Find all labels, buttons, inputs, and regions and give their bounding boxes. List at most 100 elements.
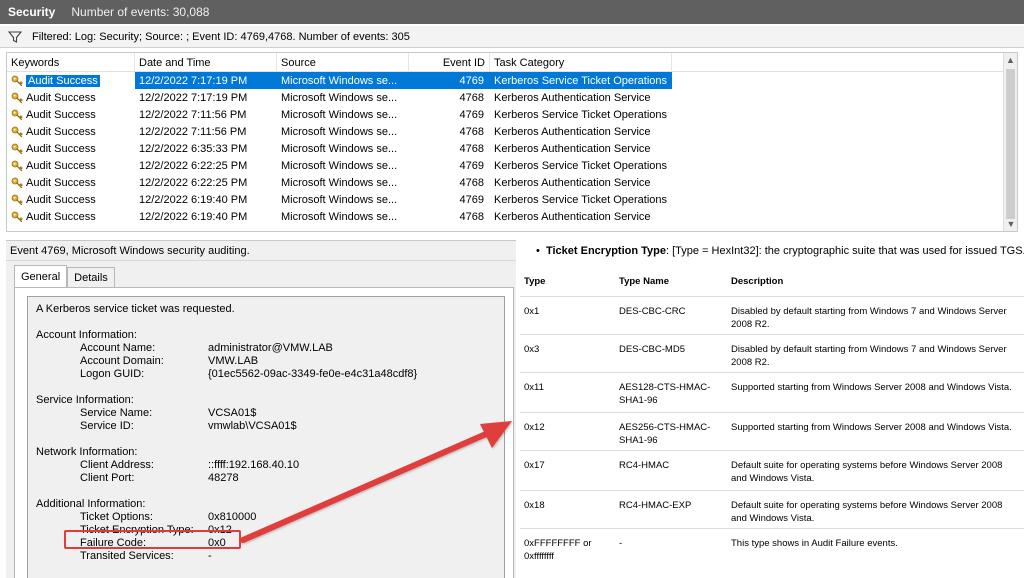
table-row[interactable]: Audit Success 12/2/2022 7:17:19 PM Microso…: [7, 89, 1017, 106]
table-row[interactable]: Audit Success 12/2/2022 7:11:56 PM Microso…: [7, 106, 1017, 123]
encryption-type-row: 0x17 RC4-HMAC Default suite for operating …: [520, 450, 1024, 490]
keyword-cell: Audit Success: [7, 157, 135, 174]
annotation-highlight-box: [64, 530, 241, 549]
header-type-name: Type Name: [619, 275, 669, 287]
type-cell: 0xFFFFFFFF or 0xffffffff: [524, 538, 592, 562]
encryption-type-row: 0x11 AES128-CTS-HMAC-SHA1-96 Supported sta…: [520, 372, 1024, 412]
keyword-text: Audit Success: [26, 108, 96, 121]
keyword-cell: Audit Success: [7, 191, 135, 208]
detail-tabs: General Details: [14, 265, 115, 287]
type-name-cell: DES-CBC-CRC: [619, 306, 686, 317]
service-name-label: Service Name:: [80, 407, 153, 419]
column-header-event-id[interactable]: Event ID: [409, 53, 490, 72]
table-row[interactable]: Audit Success 12/2/2022 7:17:19 PM Microso…: [7, 72, 1017, 89]
reference-term: Ticket Encryption Type: [545, 245, 666, 257]
column-header-keywords[interactable]: Keywords: [7, 53, 135, 72]
client-port-label: Client Port:: [80, 472, 135, 484]
event-id-cell: 4768: [459, 210, 484, 223]
keyword-text: Audit Success: [26, 125, 96, 138]
event-id-cell: 4769: [459, 193, 484, 206]
description-cell: Supported starting from Windows Server 2…: [731, 422, 1012, 433]
keyword-text: Audit Success: [26, 142, 96, 155]
table-row[interactable]: Audit Success 12/2/2022 6:35:33 PM Microso…: [7, 140, 1017, 157]
encryption-type-row: 0x3 DES-CBC-MD5 Disabled by default starti…: [520, 334, 1024, 372]
vertical-scrollbar[interactable]: ▲ ▼: [1003, 53, 1017, 231]
account-domain-value: VMW.LAB: [208, 355, 259, 367]
type-cell: 0x11: [524, 382, 544, 393]
key-icon: [11, 75, 23, 86]
service-id-label: Service ID:: [80, 420, 134, 432]
type-cell: 0x3: [524, 344, 540, 355]
window-titlebar: Security Number of events: 30,088: [0, 0, 1024, 24]
task-category-cell: Kerberos Authentication Service: [494, 125, 651, 138]
account-section-heading: Account Information:: [36, 329, 137, 341]
column-header-date-time[interactable]: Date and Time: [135, 53, 277, 72]
source-cell: Microsoft Windows se...: [281, 193, 398, 206]
scroll-up-icon[interactable]: ▲: [1004, 53, 1017, 67]
type-name-cell: RC4-HMAC: [619, 460, 670, 471]
transited-services-value: -: [208, 550, 212, 562]
source-cell: Microsoft Windows se...: [281, 142, 398, 155]
key-icon: [11, 109, 23, 120]
type-name-cell: AES256-CTS-HMAC-SHA1-96: [619, 422, 711, 446]
key-icon: [11, 211, 23, 222]
service-section-heading: Service Information:: [36, 394, 134, 406]
encryption-type-row: 0xFFFFFFFF or 0xffffffff - This type shows…: [520, 528, 1024, 570]
event-list[interactable]: Keywords Date and Time Source Event ID T…: [6, 52, 1018, 232]
logon-guid-label: Logon GUID:: [80, 368, 145, 380]
description-cell: Default suite for operating systems befo…: [731, 500, 1003, 524]
task-category-cell: Kerberos Service Ticket Operations: [494, 193, 668, 206]
type-cell: 0x18: [524, 500, 545, 511]
date-time-cell: 12/2/2022 7:17:19 PM: [135, 72, 277, 89]
filter-funnel-icon: [8, 30, 22, 43]
table-row[interactable]: Audit Success 12/2/2022 6:19:40 PM Microso…: [7, 191, 1017, 208]
tab-general[interactable]: General: [14, 265, 68, 287]
client-address-value: ::ffff:192.168.40.10: [208, 459, 300, 471]
keyword-cell: Audit Success: [7, 174, 135, 191]
column-header-source[interactable]: Source: [277, 53, 409, 72]
keyword-cell: Audit Success: [7, 140, 135, 157]
encryption-type-row: 0x1 DES-CBC-CRC Disabled by default starti…: [520, 296, 1024, 334]
source-cell: Microsoft Windows se...: [277, 72, 409, 89]
log-name: Security: [8, 5, 56, 19]
table-row[interactable]: Audit Success 12/2/2022 6:22:25 PM Microso…: [7, 174, 1017, 191]
type-name-cell: DES-CBC-MD5: [619, 344, 685, 355]
task-category-cell: Kerberos Authentication Service: [494, 210, 651, 223]
event-id-cell: 4768: [459, 91, 484, 104]
additional-section-heading: Additional Information:: [36, 498, 146, 510]
source-cell: Microsoft Windows se...: [281, 91, 398, 104]
date-time-cell: 12/2/2022 6:35:33 PM: [139, 142, 248, 155]
task-category-cell: Kerberos Authentication Service: [494, 176, 651, 189]
table-row[interactable]: Audit Success 12/2/2022 7:11:56 PM Microso…: [7, 123, 1017, 140]
source-cell: Microsoft Windows se...: [281, 210, 398, 223]
tab-details[interactable]: Details: [67, 267, 115, 287]
filter-bar: Filtered: Log: Security; Source: ; Event…: [0, 26, 1024, 48]
ticket-options-value: 0x810000: [208, 511, 257, 523]
key-icon: [11, 160, 23, 171]
column-header-task-category[interactable]: Task Category: [490, 53, 672, 72]
date-time-cell: 12/2/2022 6:22:25 PM: [139, 176, 248, 189]
keyword-text: Audit Success: [26, 176, 96, 189]
scroll-down-icon[interactable]: ▼: [1004, 217, 1017, 231]
encryption-type-reference: • Ticket Encryption Type: [Type = HexInt…: [518, 240, 1024, 578]
keyword-cell: Audit Success: [7, 123, 135, 140]
client-address-label: Client Address:: [80, 459, 154, 471]
task-category-cell: Kerberos Authentication Service: [494, 91, 651, 104]
description-cell: Disabled by default starting from Window…: [731, 344, 1007, 368]
keyword-cell: Audit Success: [7, 106, 135, 123]
event-id-cell: 4769: [459, 108, 484, 121]
service-id-value: vmwlab\VCSA01$: [208, 420, 297, 432]
source-cell: Microsoft Windows se...: [281, 125, 398, 138]
table-row[interactable]: Audit Success 12/2/2022 6:22:25 PM Microso…: [7, 157, 1017, 174]
transited-services-label: Transited Services:: [80, 550, 174, 562]
keyword-text: Audit Success: [26, 210, 96, 223]
description-cell: This type shows in Audit Failure events.: [731, 538, 898, 549]
account-name-label: Account Name:: [80, 342, 156, 354]
encryption-type-row: 0x12 AES256-CTS-HMAC-SHA1-96 Supported sta…: [520, 412, 1024, 450]
table-row[interactable]: Audit Success 12/2/2022 6:19:40 PM Microso…: [7, 208, 1017, 225]
account-name-value: administrator@VMW.LAB: [208, 342, 333, 354]
header-type: Type: [524, 275, 546, 287]
source-cell: Microsoft Windows se...: [281, 176, 398, 189]
date-time-cell: 12/2/2022 6:19:40 PM: [139, 193, 248, 206]
scrollbar-thumb[interactable]: [1006, 69, 1015, 219]
